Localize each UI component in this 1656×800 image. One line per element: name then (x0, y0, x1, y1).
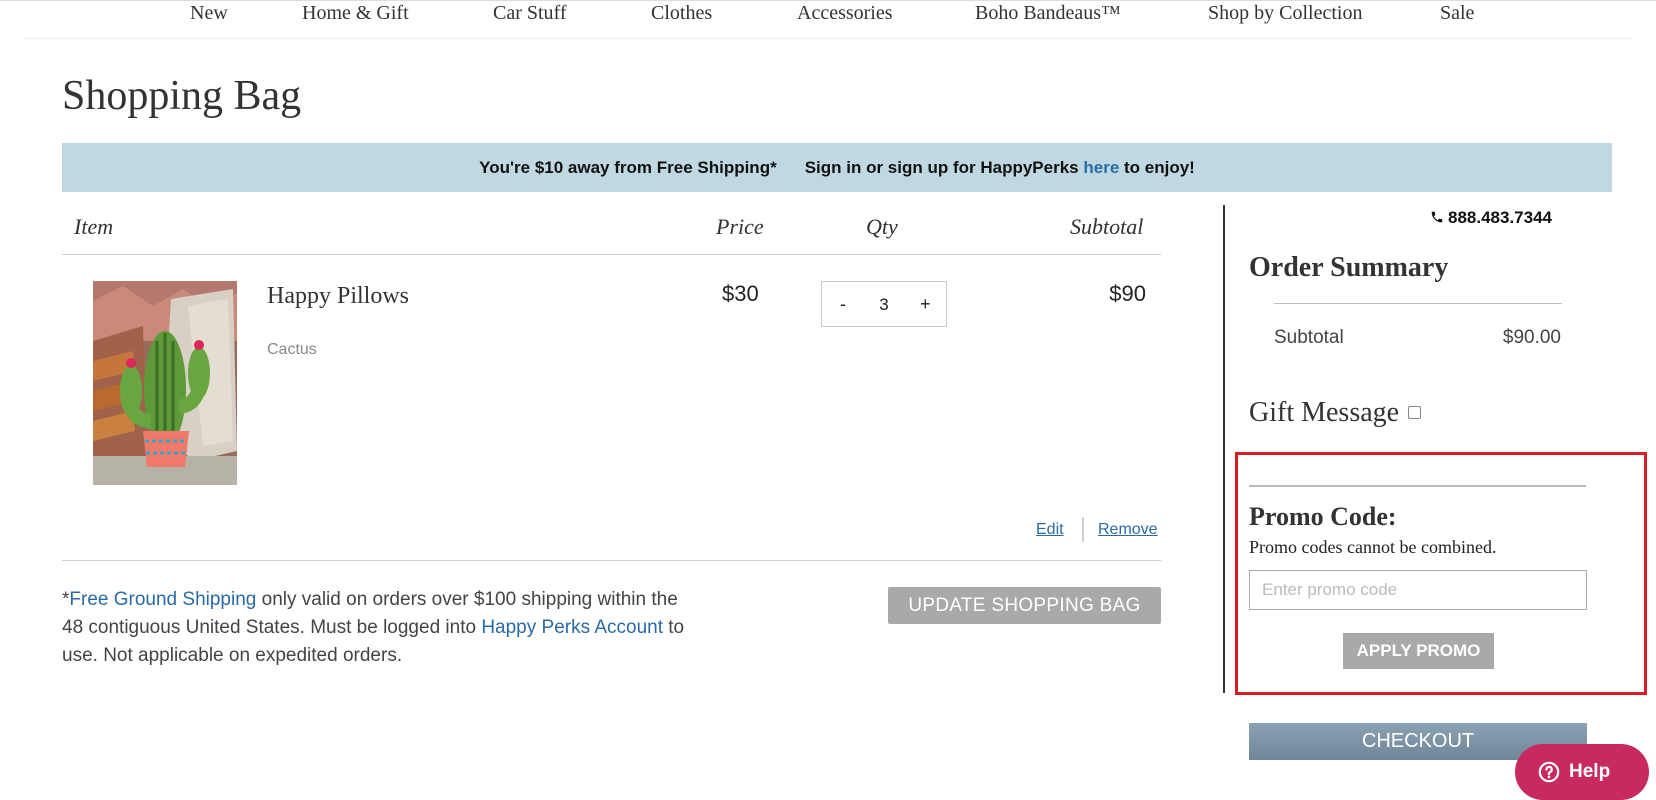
promo-code-title: Promo Code: (1249, 502, 1397, 531)
page-title: Shopping Bag (62, 73, 302, 119)
nav-item-accessories[interactable]: Accessories (797, 1, 893, 25)
order-summary-title: Order Summary (1249, 252, 1449, 283)
product-name[interactable]: Happy Pillows (267, 280, 409, 312)
free-ground-shipping-link[interactable]: Free Ground Shipping (69, 589, 256, 610)
phone-icon (1431, 211, 1443, 223)
edit-item-link[interactable]: Edit (1036, 519, 1064, 541)
quantity-decrease-button[interactable]: - (840, 294, 846, 314)
sidebar-divider (1223, 205, 1225, 693)
item-subtotal: $90 (1109, 281, 1146, 306)
perks-text-prefix: Sign in or sign up for HappyPerks (804, 158, 1084, 177)
nav-item-shop-by-collection[interactable]: Shop by Collection (1208, 1, 1362, 25)
quantity-value[interactable]: 3 (874, 295, 894, 315)
column-header-price: Price (716, 214, 764, 239)
quantity-increase-button[interactable]: + (920, 294, 931, 314)
product-price: $30 (722, 281, 759, 306)
perks-signin-link[interactable]: here (1083, 158, 1119, 177)
column-header-qty: Qty (866, 214, 898, 239)
nav-item-clothes[interactable]: Clothes (651, 1, 712, 25)
header-divider (62, 254, 1161, 255)
product-variant: Cactus (267, 341, 317, 358)
apply-promo-button[interactable]: APPLY PROMO (1343, 633, 1494, 669)
promo-code-input[interactable] (1249, 570, 1587, 610)
gift-message-checkbox[interactable] (1408, 406, 1421, 419)
product-image[interactable] (93, 281, 237, 485)
quantity-stepper: - 3 + (821, 281, 947, 327)
nav-divider (24, 38, 1632, 39)
cactus-pillow-image (93, 281, 237, 485)
nav-item-sale[interactable]: Sale (1440, 1, 1474, 25)
happy-perks-account-link[interactable]: Happy Perks Account (481, 617, 663, 638)
shipping-note: *Free Ground Shipping only valid on orde… (62, 586, 702, 670)
perks-text-suffix: to enjoy! (1119, 158, 1195, 177)
promo-code-note: Promo codes cannot be combined. (1249, 537, 1497, 557)
remove-item-link[interactable]: Remove (1098, 519, 1158, 541)
order-summary-divider (1274, 303, 1562, 304)
summary-subtotal-value: $90.00 (1502, 327, 1561, 348)
nav-item-new[interactable]: New (190, 1, 228, 25)
phone-number[interactable]: 888.483.7344 (1430, 207, 1552, 229)
nav-item-boho-bandeaus[interactable]: Boho Bandeaus™ (975, 1, 1121, 25)
nav-item-home-gift[interactable]: Home & Gift (302, 1, 409, 25)
help-label: Help (1569, 761, 1611, 782)
update-shopping-bag-button[interactable]: UPDATE SHOPPING BAG (888, 587, 1161, 624)
question-circle-icon (1538, 761, 1560, 783)
phone-number-text: 888.483.7344 (1448, 208, 1552, 227)
column-header-item: Item (74, 214, 114, 239)
column-header-subtotal: Subtotal (1070, 214, 1144, 239)
free-shipping-banner: You're $10 away from Free Shipping* Sign … (62, 143, 1612, 192)
summary-subtotal-label: Subtotal (1274, 327, 1344, 348)
promo-divider (1249, 485, 1586, 487)
nav-item-car-stuff[interactable]: Car Stuff (493, 1, 567, 25)
top-navigation: New Home & Gift Car Stuff Clothes Access… (0, 0, 1656, 39)
free-shipping-text: You're $10 away from Free Shipping* (479, 158, 777, 177)
cart-bottom-divider (62, 560, 1161, 561)
actions-divider (1082, 517, 1084, 542)
help-button[interactable]: Help (1515, 744, 1649, 800)
gift-message-label[interactable]: Gift Message (1249, 396, 1399, 430)
